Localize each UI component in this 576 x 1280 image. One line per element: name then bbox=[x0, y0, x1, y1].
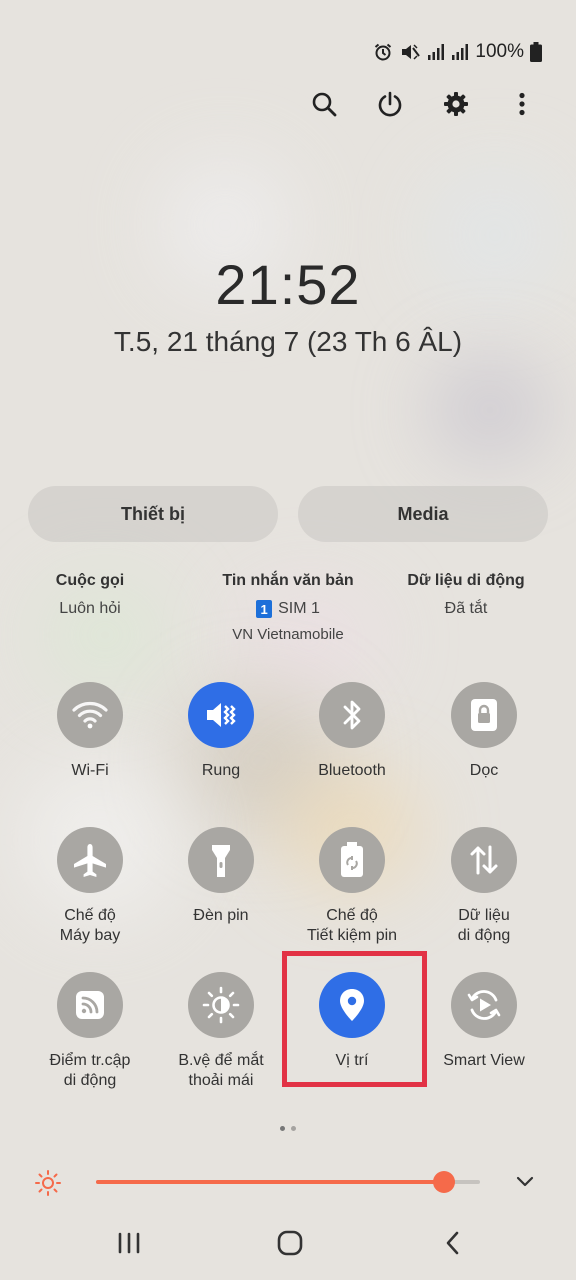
sim-calls-value: Luôn hỏi bbox=[59, 600, 121, 617]
wifi-icon bbox=[72, 702, 108, 729]
navigation-bar bbox=[0, 1220, 576, 1272]
sim-messages-setting[interactable]: Tin nhắn văn bản 1 SIM 1 VN Vietnamobile bbox=[208, 572, 368, 643]
sim-calls-setting[interactable]: Cuộc gọi Luôn hỏi bbox=[34, 572, 146, 618]
page-dot-1 bbox=[280, 1126, 285, 1131]
tile-location-toggle[interactable] bbox=[319, 972, 385, 1038]
tile-battery-saver-label: Chế độ Tiết kiệm pin bbox=[306, 907, 398, 944]
chevron-down-icon bbox=[516, 1176, 534, 1187]
flashlight-icon bbox=[212, 845, 230, 877]
location-icon bbox=[340, 989, 364, 1021]
alarm-icon bbox=[373, 42, 393, 62]
brightness-control bbox=[0, 1160, 576, 1204]
power-button[interactable] bbox=[370, 84, 410, 124]
tile-location-label: Vị trí bbox=[335, 1052, 369, 1069]
sim1-badge-icon: 1 bbox=[256, 600, 273, 618]
tile-bluetooth[interactable]: Bluetooth bbox=[288, 682, 416, 781]
tile-flashlight-label: Đèn pin bbox=[193, 907, 249, 924]
home-icon bbox=[277, 1230, 303, 1256]
tile-vibrate-toggle[interactable] bbox=[188, 682, 254, 748]
sim-messages-network: VN Vietnamobile bbox=[232, 626, 344, 643]
tile-orientation[interactable]: Dọc bbox=[420, 682, 548, 781]
tile-hotspot[interactable]: Điểm tr.cập di động bbox=[26, 972, 154, 1091]
power-icon bbox=[378, 91, 402, 117]
smart-view-icon bbox=[467, 990, 501, 1020]
tile-smart-view[interactable]: Smart View bbox=[420, 972, 548, 1071]
home-button[interactable] bbox=[276, 1230, 304, 1261]
brightness-slider[interactable] bbox=[96, 1171, 480, 1193]
tile-bluetooth-label: Bluetooth bbox=[318, 762, 386, 779]
tile-vibrate-label: Rung bbox=[201, 762, 241, 779]
tile-location[interactable]: Vị trí bbox=[288, 972, 416, 1071]
airplane-icon bbox=[74, 844, 106, 877]
tile-hotspot-toggle[interactable] bbox=[57, 972, 123, 1038]
sim-messages-sim: SIM 1 bbox=[278, 600, 320, 617]
clock-time: 21:52 bbox=[215, 253, 361, 316]
tile-hotspot-label: Điểm tr.cập di động bbox=[49, 1052, 131, 1089]
tile-eye-comfort[interactable]: B.vệ để mắt thoải mái bbox=[157, 972, 285, 1091]
tile-orientation-toggle[interactable] bbox=[451, 682, 517, 748]
tile-eye-comfort-toggle[interactable] bbox=[188, 972, 254, 1038]
sim-messages-value: 1 SIM 1 bbox=[208, 600, 368, 618]
tile-orientation-label: Dọc bbox=[469, 762, 499, 779]
tile-flashlight-toggle[interactable] bbox=[188, 827, 254, 893]
sim-data-title: Dữ liệu di động bbox=[407, 572, 525, 589]
devices-button[interactable]: Thiết bị bbox=[28, 486, 278, 542]
back-icon bbox=[446, 1231, 459, 1255]
tile-airplane-toggle[interactable] bbox=[57, 827, 123, 893]
search-icon bbox=[312, 92, 337, 117]
media-button[interactable]: Media bbox=[298, 486, 548, 542]
tile-eye-comfort-label: B.vệ để mắt thoải mái bbox=[178, 1052, 264, 1089]
brightness-fill bbox=[96, 1180, 444, 1184]
tile-battery-saver[interactable]: Chế độ Tiết kiệm pin bbox=[288, 827, 416, 946]
brightness-thumb[interactable] bbox=[432, 1171, 455, 1193]
hotspot-icon bbox=[76, 991, 104, 1019]
brightness-sun-icon bbox=[34, 1169, 62, 1202]
sim-calls-title: Cuộc gọi bbox=[55, 572, 125, 589]
tile-wifi-toggle[interactable] bbox=[57, 682, 123, 748]
tile-vibrate[interactable]: Rung bbox=[157, 682, 285, 781]
status-bar: 100% bbox=[373, 36, 542, 68]
tile-smart-view-label: Smart View bbox=[443, 1052, 525, 1069]
battery-percent: 100% bbox=[475, 41, 524, 62]
sim-messages-title: Tin nhắn văn bản bbox=[222, 572, 354, 589]
recent-apps-button[interactable] bbox=[116, 1230, 142, 1261]
signal-sim2-icon bbox=[451, 43, 469, 61]
tile-wifi[interactable]: Wi-Fi bbox=[26, 682, 154, 781]
search-button[interactable] bbox=[304, 84, 344, 124]
tile-mobile-data-label: Dữ liệu di động bbox=[457, 907, 511, 944]
clock-date: T.5, 21 tháng 7 (23 Th 6 ÂL) bbox=[113, 326, 463, 357]
expand-brightness-button[interactable] bbox=[514, 1170, 536, 1197]
tile-flashlight[interactable]: Đèn pin bbox=[157, 827, 285, 926]
tile-airplane-label: Chế độ Máy bay bbox=[59, 907, 121, 944]
settings-button[interactable] bbox=[436, 84, 476, 124]
tile-airplane[interactable]: Chế độ Máy bay bbox=[26, 827, 154, 946]
battery-saver-icon bbox=[341, 842, 363, 877]
page-dot-2 bbox=[291, 1126, 296, 1131]
eye-comfort-icon bbox=[202, 986, 240, 1024]
gear-icon bbox=[444, 92, 468, 116]
tile-battery-saver-toggle[interactable] bbox=[319, 827, 385, 893]
page-indicator bbox=[0, 1126, 576, 1131]
sim-data-value: Đã tắt bbox=[444, 600, 488, 617]
portrait-lock-icon bbox=[471, 699, 497, 731]
tile-smart-view-toggle[interactable] bbox=[451, 972, 517, 1038]
back-button[interactable] bbox=[440, 1230, 466, 1261]
mute-icon bbox=[399, 42, 421, 62]
vibrate-icon bbox=[207, 703, 236, 727]
battery-icon bbox=[530, 42, 542, 62]
tile-bluetooth-toggle[interactable] bbox=[319, 682, 385, 748]
more-options-button[interactable] bbox=[502, 84, 542, 124]
bluetooth-icon bbox=[343, 700, 361, 730]
more-vert-icon bbox=[519, 92, 525, 116]
tile-mobile-data[interactable]: Dữ liệu di động bbox=[420, 827, 548, 946]
mobile-data-icon bbox=[470, 845, 498, 875]
tile-mobile-data-toggle[interactable] bbox=[451, 827, 517, 893]
signal-sim1-icon bbox=[427, 43, 445, 61]
recent-apps-icon bbox=[118, 1232, 140, 1254]
sim-data-setting[interactable]: Dữ liệu di động Đã tắt bbox=[396, 572, 536, 618]
quick-panel-actions bbox=[304, 84, 542, 124]
tile-wifi-label: Wi-Fi bbox=[71, 762, 109, 779]
